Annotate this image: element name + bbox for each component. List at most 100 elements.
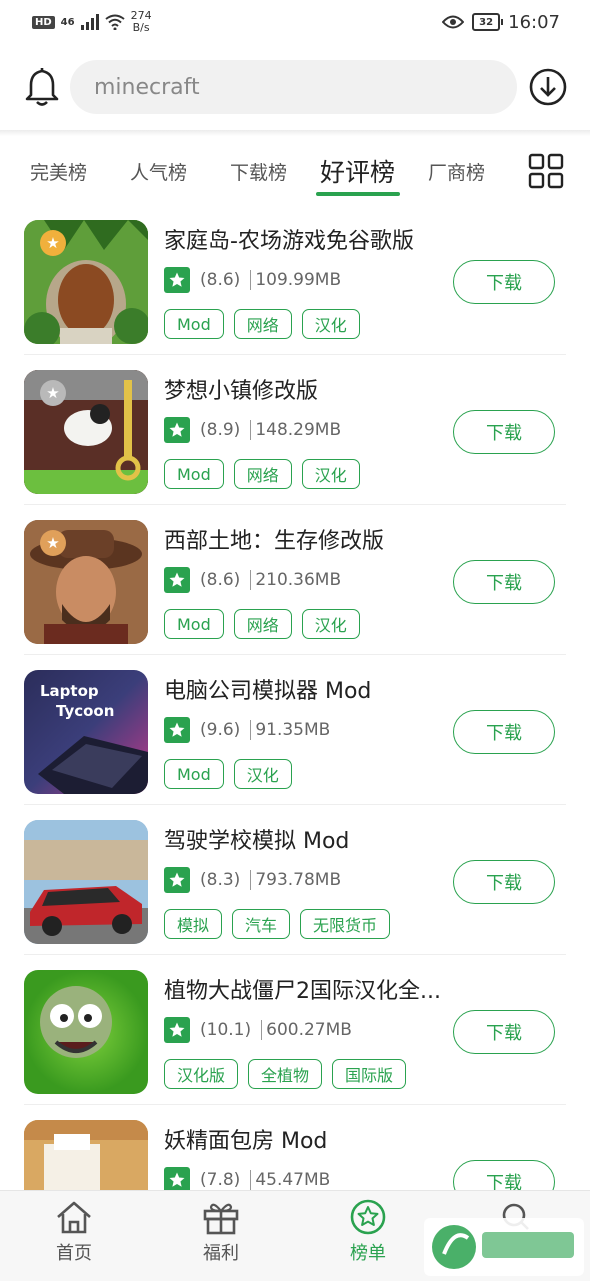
tag[interactable]: Mod bbox=[164, 309, 224, 339]
active-tab-indicator bbox=[316, 192, 400, 196]
app-rating: (9.6) bbox=[200, 720, 241, 740]
app-title[interactable]: 妖精面包房 Mod bbox=[164, 1123, 327, 1155]
app-title[interactable]: 驾驶学校模拟 Mod bbox=[164, 823, 349, 855]
tag[interactable]: 全植物 bbox=[248, 1059, 323, 1089]
app-size: 109.99MB bbox=[250, 270, 341, 290]
tag[interactable]: 汽车 bbox=[232, 909, 291, 939]
tab-perfect[interactable]: 完美榜 bbox=[30, 145, 87, 197]
download-button[interactable]: 下载 bbox=[453, 1010, 555, 1054]
list-item[interactable]: ★ 西部土地：生存修改版 (8.6) 210.36MB Mod 网络 汉化 下载 bbox=[0, 505, 590, 655]
app-size: 793.78MB bbox=[250, 870, 341, 890]
search-input[interactable]: minecraft bbox=[70, 60, 517, 114]
tag[interactable]: 汉化 bbox=[301, 309, 360, 339]
rating-star-icon bbox=[164, 567, 190, 593]
tag[interactable]: 网络 bbox=[233, 459, 292, 489]
rating-star-icon bbox=[164, 1017, 190, 1043]
status-left: HD 46 274 B/s bbox=[32, 10, 152, 34]
download-button[interactable]: 下载 bbox=[453, 410, 555, 454]
rating-star-icon bbox=[164, 717, 190, 743]
tab-popular[interactable]: 人气榜 bbox=[130, 145, 187, 197]
app-title[interactable]: 家庭岛-农场游戏免谷歌版 bbox=[164, 223, 414, 255]
search-placeholder: minecraft bbox=[94, 74, 200, 100]
app-meta: (9.6) 91.35MB bbox=[164, 717, 330, 743]
gift-icon bbox=[203, 1203, 239, 1235]
list-item[interactable]: 植物大战僵尸2国际汉化全... (10.1) 600.27MB 汉化版 全植物 … bbox=[0, 955, 590, 1105]
ranking-tabs: 完美榜 人气榜 下载榜 好评榜 厂商榜 bbox=[0, 145, 590, 205]
tag[interactable]: 国际版 bbox=[332, 1059, 407, 1089]
nav-home[interactable]: 首页 bbox=[24, 1199, 124, 1265]
rating-star-icon bbox=[164, 417, 190, 443]
app-thumbnail[interactable]: Laptop Tycoon bbox=[24, 670, 148, 794]
network-type: 46 bbox=[60, 16, 75, 28]
grid-menu-icon[interactable] bbox=[528, 153, 564, 193]
tag[interactable]: Mod bbox=[164, 609, 224, 639]
app-title[interactable]: 电脑公司模拟器 Mod bbox=[164, 673, 371, 705]
hd-badge: HD bbox=[32, 15, 55, 29]
app-rating: (8.6) bbox=[200, 570, 241, 590]
nav-welfare[interactable]: 福利 bbox=[171, 1199, 271, 1265]
list-item[interactable]: Laptop Tycoon 电脑公司模拟器 Mod (9.6) 91.35MB … bbox=[0, 655, 590, 805]
app-thumbnail[interactable]: ★ bbox=[24, 220, 148, 344]
battery-icon: 32 bbox=[472, 13, 504, 31]
app-rating: (8.9) bbox=[200, 420, 241, 440]
app-rating: (8.6) bbox=[200, 270, 241, 290]
download-button[interactable]: 下载 bbox=[453, 860, 555, 904]
tag[interactable]: 汉化 bbox=[301, 459, 360, 489]
app-title[interactable]: 西部土地：生存修改版 bbox=[164, 523, 384, 555]
signal-icon bbox=[80, 14, 99, 30]
rating-star-icon bbox=[164, 867, 190, 893]
star-circle-icon bbox=[350, 1199, 386, 1235]
tab-vendors[interactable]: 厂商榜 bbox=[428, 145, 485, 197]
app-title[interactable]: 梦想小镇修改版 bbox=[164, 373, 318, 405]
app-thumbnail[interactable]: ★ bbox=[24, 520, 148, 644]
app-thumbnail[interactable] bbox=[24, 820, 148, 944]
nav-rankings[interactable]: 榜单 bbox=[318, 1199, 418, 1265]
top-bar: minecraft bbox=[0, 52, 590, 124]
app-rating: (10.1) bbox=[200, 1020, 252, 1040]
tab-downloads[interactable]: 下载榜 bbox=[230, 145, 287, 197]
tag[interactable]: 汉化版 bbox=[164, 1059, 239, 1089]
app-meta: (8.6) 109.99MB bbox=[164, 267, 341, 293]
app-size: 148.29MB bbox=[250, 420, 341, 440]
tag[interactable]: 汉化 bbox=[301, 609, 360, 639]
download-button[interactable]: 下载 bbox=[453, 260, 555, 304]
bell-icon[interactable] bbox=[20, 65, 64, 109]
badge-star-icon: ★ bbox=[40, 380, 66, 406]
app-thumbnail[interactable]: ★ bbox=[24, 370, 148, 494]
tag-list: Mod 网络 汉化 bbox=[164, 459, 360, 489]
app-rating: (8.3) bbox=[200, 870, 241, 890]
tag[interactable]: Mod bbox=[164, 459, 224, 489]
app-size: 600.27MB bbox=[261, 1020, 352, 1040]
network-speed: 274 B/s bbox=[131, 10, 152, 34]
watermark-logo bbox=[424, 1218, 584, 1276]
download-manager-icon[interactable] bbox=[526, 65, 570, 109]
tag[interactable]: 网络 bbox=[233, 609, 292, 639]
status-bar: HD 46 274 B/s 32 16:07 bbox=[0, 0, 590, 44]
list-item[interactable]: ★ 家庭岛-农场游戏免谷歌版 (8.6) 109.99MB Mod 网络 汉化 … bbox=[0, 205, 590, 355]
app-meta: (8.9) 148.29MB bbox=[164, 417, 341, 443]
tag[interactable]: 模拟 bbox=[164, 909, 223, 939]
app-meta: (8.6) 210.36MB bbox=[164, 567, 341, 593]
list-item[interactable]: 驾驶学校模拟 Mod (8.3) 793.78MB 模拟 汽车 无限货币 下载 bbox=[0, 805, 590, 955]
tab-top-rated[interactable]: 好评榜 bbox=[320, 145, 395, 197]
header-divider bbox=[0, 130, 590, 136]
nav-home-label: 首页 bbox=[56, 1243, 92, 1264]
tag-list: 汉化版 全植物 国际版 bbox=[164, 1059, 407, 1089]
tag[interactable]: 汉化 bbox=[233, 759, 292, 789]
tag-list: Mod 网络 汉化 bbox=[164, 309, 360, 339]
badge-star-icon: ★ bbox=[40, 230, 66, 256]
tag[interactable]: 网络 bbox=[233, 309, 292, 339]
tag[interactable]: Mod bbox=[164, 759, 224, 789]
app-size: 91.35MB bbox=[250, 720, 330, 740]
app-title[interactable]: 植物大战僵尸2国际汉化全... bbox=[164, 973, 441, 1005]
download-button[interactable]: 下载 bbox=[453, 710, 555, 754]
app-thumbnail[interactable] bbox=[24, 970, 148, 1094]
nav-welfare-label: 福利 bbox=[203, 1243, 239, 1264]
status-right: 32 16:07 bbox=[442, 12, 560, 33]
app-size: 45.47MB bbox=[250, 1170, 330, 1190]
download-button[interactable]: 下载 bbox=[453, 560, 555, 604]
app-meta: (10.1) 600.27MB bbox=[164, 1017, 352, 1043]
tag[interactable]: 无限货币 bbox=[300, 909, 391, 939]
list-item[interactable]: ★ 梦想小镇修改版 (8.9) 148.29MB Mod 网络 汉化 下载 bbox=[0, 355, 590, 505]
speed-unit: B/s bbox=[132, 21, 150, 34]
